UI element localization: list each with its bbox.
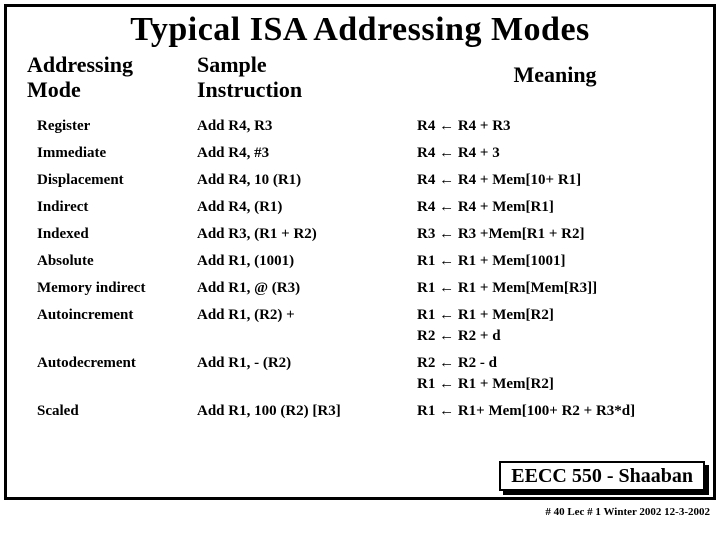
meaning-cell: R4 ← R4 + Mem[R1] — [417, 199, 693, 216]
mode-cell: Indexed — [27, 226, 197, 243]
mode-cell: Register — [27, 118, 197, 135]
table-row: ImmediateAdd R4, #3R4 ← R4 + 3 — [27, 135, 693, 162]
meaning-cell: R3 ← R3 +Mem[R1 + R2] — [417, 226, 693, 243]
meaning-cell: R1 ← R1 + Mem[Mem[R3]] — [417, 280, 693, 297]
slide-frame: Typical ISA Addressing Modes AddressingM… — [4, 4, 716, 500]
mode-cell: Displacement — [27, 172, 197, 189]
sample-cell: Add R1, - (R2) — [197, 355, 417, 372]
mode-cell: Autoincrement — [27, 307, 197, 324]
footer-line: # 40 Lec # 1 Winter 2002 12-3-2002 — [545, 506, 710, 518]
table-row: AbsoluteAdd R1, (1001)R1 ← R1 + Mem[1001… — [27, 243, 693, 270]
table-row: R2 ← R2 + d — [27, 324, 693, 345]
footer-badge: EECC 550 - Shaaban — [499, 461, 705, 491]
sample-cell: Add R4, (R1) — [197, 199, 417, 216]
table-row: AutodecrementAdd R1, - (R2)R2 ← R2 - d — [27, 345, 693, 372]
addressing-modes-table: RegisterAdd R4, R3R4 ← R4 + R3ImmediateA… — [27, 108, 693, 420]
table-row: ScaledAdd R1, 100 (R2) [R3]R1 ← R1+ Mem[… — [27, 393, 693, 420]
table-row: DisplacementAdd R4, 10 (R1)R4 ← R4 + Mem… — [27, 162, 693, 189]
sample-cell: Add R1, 100 (R2) [R3] — [197, 403, 417, 420]
table-row: AutoincrementAdd R1, (R2) +R1 ← R1 + Mem… — [27, 297, 693, 324]
mode-cell: Scaled — [27, 403, 197, 420]
table-row: Memory indirectAdd R1, @ (R3)R1 ← R1 + M… — [27, 270, 693, 297]
header-sample: SampleInstruction — [197, 53, 417, 102]
sample-cell: Add R4, #3 — [197, 145, 417, 162]
table-row: IndexedAdd R3, (R1 + R2)R3 ← R3 +Mem[R1 … — [27, 216, 693, 243]
table-row: R1 ← R1 + Mem[R2] — [27, 372, 693, 393]
meaning-cell: R2 ← R2 - d — [417, 355, 693, 372]
meaning-cell: R1 ← R1 + Mem[1001] — [417, 253, 693, 270]
sample-cell: Add R1, @ (R3) — [197, 280, 417, 297]
mode-cell: Autodecrement — [27, 355, 197, 372]
mode-cell: Memory indirect — [27, 280, 197, 297]
sample-cell: Add R3, (R1 + R2) — [197, 226, 417, 243]
meaning-cell: R4 ← R4 + 3 — [417, 145, 693, 162]
sample-cell: Add R1, (1001) — [197, 253, 417, 270]
table-row: IndirectAdd R4, (R1)R4 ← R4 + Mem[R1] — [27, 189, 693, 216]
meaning-cell: R1 ← R1 + Mem[R2] — [417, 376, 693, 393]
meaning-cell: R4 ← R4 + R3 — [417, 118, 693, 135]
meaning-cell: R2 ← R2 + d — [417, 328, 693, 345]
table-row: RegisterAdd R4, R3R4 ← R4 + R3 — [27, 108, 693, 135]
header-mode: AddressingMode — [27, 53, 197, 102]
slide-title: Typical ISA Addressing Modes — [27, 11, 693, 49]
meaning-cell: R4 ← R4 + Mem[10+ R1] — [417, 172, 693, 189]
mode-cell: Immediate — [27, 145, 197, 162]
column-headers: AddressingMode SampleInstruction Meaning — [27, 53, 693, 102]
meaning-cell: R1 ← R1+ Mem[100+ R2 + R3*d] — [417, 403, 693, 420]
mode-cell: Absolute — [27, 253, 197, 270]
header-meaning: Meaning — [417, 53, 693, 102]
meaning-cell: R1 ← R1 + Mem[R2] — [417, 307, 693, 324]
sample-cell: Add R1, (R2) + — [197, 307, 417, 324]
sample-cell: Add R4, R3 — [197, 118, 417, 135]
sample-cell: Add R4, 10 (R1) — [197, 172, 417, 189]
mode-cell: Indirect — [27, 199, 197, 216]
